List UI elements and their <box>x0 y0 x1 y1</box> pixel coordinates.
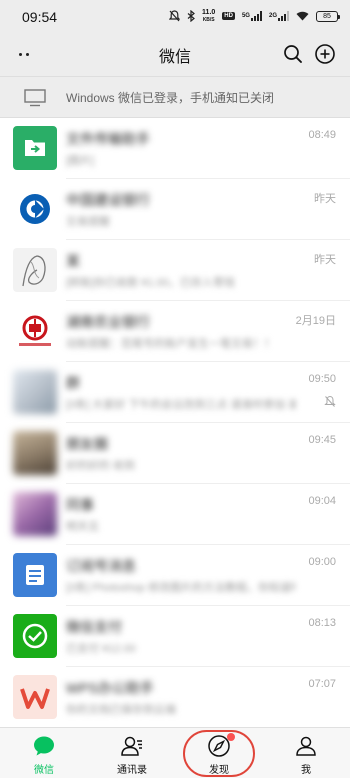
net-speed: 11.0 KB/S <box>202 8 216 23</box>
tab-contacts[interactable]: 通讯录 <box>88 728 176 778</box>
tab-me[interactable]: 我 <box>262 728 350 778</box>
person-icon <box>296 736 316 756</box>
chat-last-message: 交易提醒 <box>66 216 110 228</box>
contacts-icon <box>121 736 142 756</box>
wps-avatar <box>13 675 57 719</box>
chat-name: 中国建设银行 <box>66 192 150 208</box>
chat-name: 群 <box>66 375 80 391</box>
battery-indicator: 85 <box>316 10 340 22</box>
chat-last-message: 明天见 <box>66 521 99 533</box>
add-button[interactable] <box>314 43 336 65</box>
signal-5g-icon: 5G <box>242 11 262 21</box>
more-button[interactable] <box>14 44 34 64</box>
chat-item[interactable]: 文件传输助手 [图片] 08:49 <box>0 118 350 179</box>
chat-name: WPS办公助手 <box>66 680 154 696</box>
tab-label: 通讯录 <box>117 765 147 776</box>
chat-name: 微信支付 <box>66 619 122 635</box>
chat-last-message: 你的文档已保存到云端 <box>66 704 176 716</box>
chat-last-message: [图片] <box>66 155 95 167</box>
mute-bell-icon <box>324 395 336 407</box>
chat-name: 同事 <box>66 497 94 513</box>
chat-item[interactable]: 同事 明天见 09:04 <box>0 484 350 545</box>
chat-item[interactable]: 群 [3条] 大家好 下午的会议改到三点 请准时参加 谢谢大家一下，还有一下… … <box>0 362 350 423</box>
chat-item[interactable]: 湖南农业银行 动账提醒：您尾号的账户发生一笔交易！！ 2月19日 <box>0 301 350 362</box>
more-dots-icon-2 <box>26 52 29 56</box>
chat-last-message: 已支付 ¥12.00 <box>66 643 136 655</box>
chat-time: 昨天 <box>314 193 336 205</box>
red-bank-avatar <box>13 309 57 353</box>
wechat-pay-avatar <box>13 614 57 658</box>
subscription-avatar <box>13 553 57 597</box>
windows-login-notice[interactable]: Windows 微信已登录，手机通知已关闭 <box>0 76 350 118</box>
girl-photo-avatar <box>13 492 57 536</box>
chat-time: 昨天 <box>314 254 336 266</box>
bluetooth-icon <box>187 10 195 22</box>
desktop-monitor-icon <box>24 89 46 107</box>
tab-label: 发现 <box>209 765 229 776</box>
chat-bubble-icon <box>34 736 54 756</box>
chat-time: 09:50 <box>308 373 336 385</box>
chat-item[interactable]: 订阅号消息 [3条] Photoshop 修改图片的方法教程，你知道吗？[视频]… <box>0 545 350 606</box>
title-bar: 微信 <box>0 32 350 76</box>
chat-time: 09:00 <box>308 556 336 568</box>
chat-name: 订阅号消息 <box>66 558 136 574</box>
signal-2g-icon: 2G <box>269 11 289 21</box>
chat-name: 文件传输助手 <box>66 131 150 147</box>
chat-time: 09:04 <box>308 495 336 507</box>
chat-last-message: [3条] 大家好 下午的会议改到三点 请准时参加 谢谢大家一下，还有一下… <box>66 399 296 411</box>
person-photo-avatar <box>13 431 57 475</box>
new-moment-badge <box>227 733 235 741</box>
tab-label: 微信 <box>34 765 54 776</box>
chat-item[interactable]: WPS办公助手 你的文档已保存到云端 07:07 <box>0 667 350 727</box>
chat-last-message: 动账提醒：您尾号的账户发生一笔交易！！ <box>66 338 275 350</box>
chat-list[interactable]: 文件传输助手 [图片] 08:49 中国建设银行 交易提醒 昨天 某 [转账]你… <box>0 118 350 727</box>
status-time: 09:54 <box>22 9 58 25</box>
bottom-tab-bar: 微信 通讯录 发现 我 <box>0 727 350 778</box>
chat-time: 08:13 <box>308 617 336 629</box>
chat-last-message: 好的好的 收到 <box>66 460 136 472</box>
more-dots-icon <box>19 52 22 56</box>
tab-chats[interactable]: 微信 <box>0 728 88 778</box>
chat-last-message: [转账]你已收款 ¥1.00，已存入零钱 <box>66 277 235 289</box>
tab-discover[interactable]: 发现 <box>175 728 263 778</box>
chat-item[interactable]: 中国建设银行 交易提醒 昨天 <box>0 179 350 240</box>
sketch-avatar <box>13 248 57 292</box>
notice-text: Windows 微信已登录，手机通知已关闭 <box>66 91 275 105</box>
chat-name: 湖南农业银行 <box>66 314 150 330</box>
chat-last-message: [3条] Photoshop 修改图片的方法教程，你知道吗？[视频] <box>66 582 296 594</box>
search-icon <box>284 45 302 63</box>
chat-item[interactable]: 朋友圈 好的好的 收到 09:45 <box>0 423 350 484</box>
status-bar: 09:54 11.0 KB/S HD 5G 2G 85 <box>0 0 350 32</box>
chat-item[interactable]: 微信支付 已支付 ¥12.00 08:13 <box>0 606 350 667</box>
alarm-bell-icon <box>169 10 181 22</box>
tab-label: 我 <box>301 765 311 776</box>
folder-transfer-avatar <box>13 126 57 170</box>
chat-time: 09:45 <box>308 434 336 446</box>
chat-time: 07:07 <box>308 678 336 690</box>
chat-name: 某 <box>66 253 80 269</box>
status-icons: 11.0 KB/S HD 5G 2G 85 <box>169 8 340 24</box>
ccb-bank-avatar <box>13 187 57 231</box>
search-button[interactable] <box>282 43 304 65</box>
chat-time: 08:49 <box>308 129 336 141</box>
chat-item[interactable]: 某 [转账]你已收款 ¥1.00，已存入零钱 昨天 <box>0 240 350 301</box>
chat-time: 2月19日 <box>295 315 336 327</box>
hd-badge: HD <box>222 12 235 20</box>
chat-name: 朋友圈 <box>66 436 108 452</box>
group-avatar <box>13 370 57 414</box>
wifi-icon <box>296 11 309 21</box>
plus-circle-icon <box>315 44 335 64</box>
